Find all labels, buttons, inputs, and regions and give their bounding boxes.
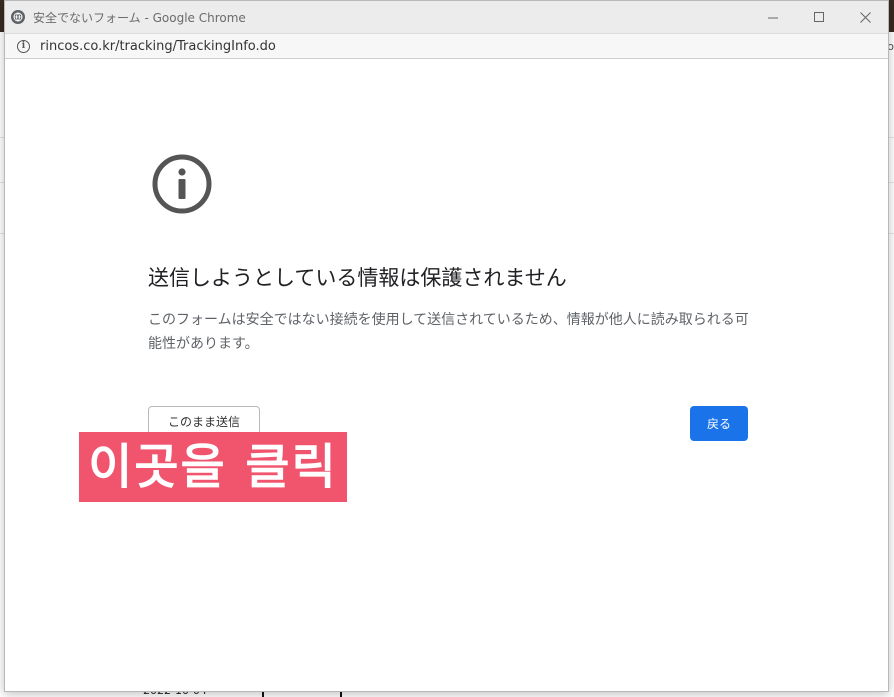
close-button[interactable] xyxy=(842,1,888,33)
maximize-button[interactable] xyxy=(796,1,842,33)
url-text[interactable]: rincos.co.kr/tracking/TrackingInfo.do xyxy=(40,39,276,54)
close-icon xyxy=(859,11,871,23)
window-title: 安全でないフォーム - Google Chrome xyxy=(33,10,246,25)
window-controls xyxy=(750,1,888,33)
maximize-icon xyxy=(813,11,824,22)
minimize-button[interactable] xyxy=(750,1,796,33)
warning-description: このフォームは安全ではない接続を使用して送信されているため、情報が他人に読み取ら… xyxy=(148,312,749,352)
warning-heading: 送信しようとしている情報は保護されません xyxy=(148,266,567,290)
popup-window: 安全でないフォーム - Google Chrome i rincos.co.kr… xyxy=(4,0,889,692)
site-info-icon[interactable]: i xyxy=(17,39,30,53)
minimize-icon xyxy=(767,17,778,18)
address-bar[interactable]: i rincos.co.kr/tracking/TrackingInfo.do xyxy=(5,33,888,59)
globe-icon xyxy=(11,10,25,24)
click-here-annotation: 이곳을 클릭 xyxy=(79,432,347,502)
warning-page: 送信しようとしている情報は保護されません このフォームは安全ではない接続を使用し… xyxy=(5,59,888,691)
back-button[interactable]: 戻る xyxy=(690,406,748,441)
title-bar[interactable]: 安全でないフォーム - Google Chrome xyxy=(5,1,888,33)
info-icon xyxy=(152,154,212,214)
